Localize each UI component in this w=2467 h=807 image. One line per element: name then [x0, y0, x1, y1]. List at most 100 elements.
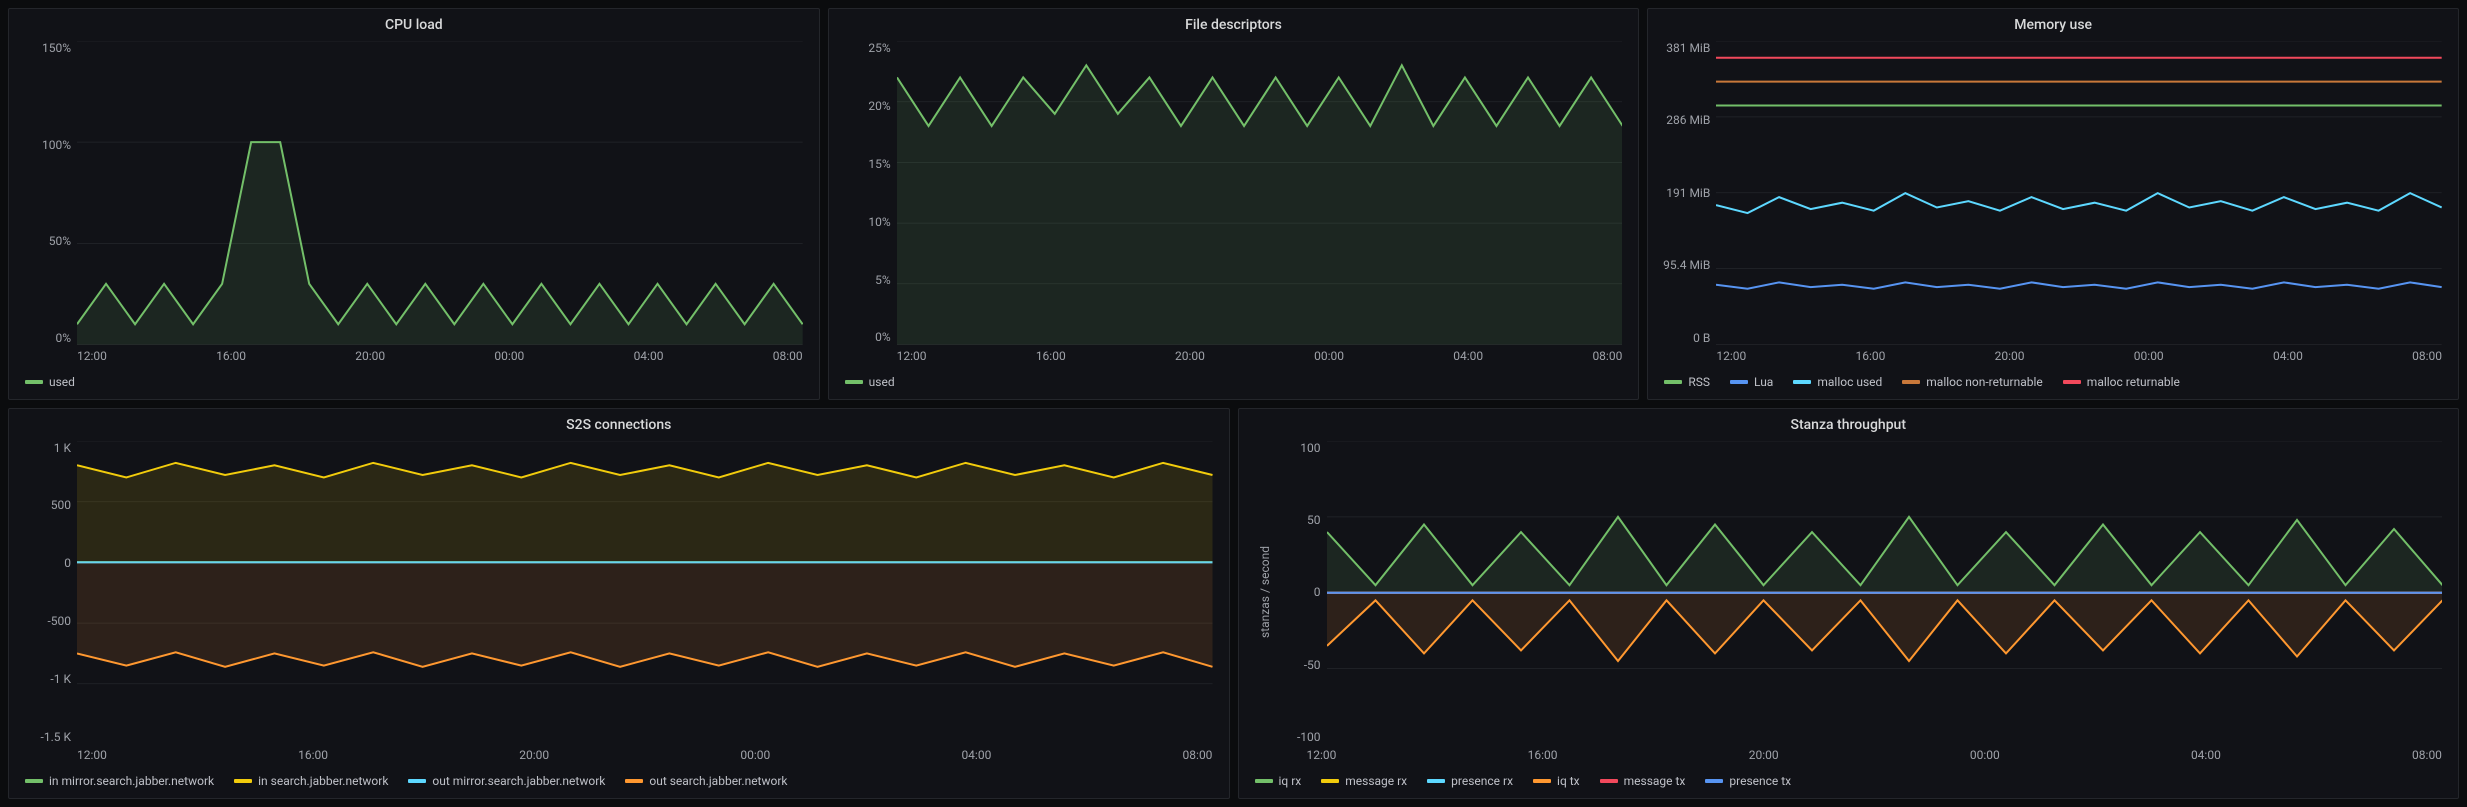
legend-item[interactable]: out search.jabber.network	[625, 774, 787, 788]
y-tick-label: 191 MiB	[1666, 186, 1710, 200]
y-tick-label: 50%	[49, 234, 71, 248]
legend-label: malloc non-returnable	[1926, 375, 2043, 389]
legend-swatch-icon	[1255, 779, 1273, 783]
x-tick-label: 08:00	[2412, 748, 2442, 762]
legend-label: used	[49, 375, 75, 389]
x-tick-label: 16:00	[1528, 748, 1558, 762]
y-tick-label: 150%	[42, 41, 71, 55]
legend-item[interactable]: out mirror.search.jabber.network	[408, 774, 605, 788]
legend-item[interactable]: malloc used	[1793, 375, 1882, 389]
panel-title: CPU load	[9, 9, 819, 37]
x-tick-label: 00:00	[2134, 349, 2164, 363]
legend-item[interactable]: used	[25, 375, 75, 389]
y-tick-label: -500	[47, 614, 71, 628]
panel-stanza-throughput[interactable]: Stanza throughput stanzas / second 10050…	[1238, 408, 2460, 800]
legend-item[interactable]: message tx	[1600, 774, 1686, 788]
x-tick-label: 16:00	[1036, 349, 1066, 363]
legend-item[interactable]: iq tx	[1533, 774, 1580, 788]
legend-swatch-icon	[1730, 380, 1748, 384]
x-axis-labels: 12:0016:0020:0000:0004:0008:00	[897, 349, 1623, 363]
x-tick-label: 16:00	[1855, 349, 1885, 363]
y-tick-label: 1 K	[54, 441, 71, 455]
x-tick-label: 20:00	[355, 349, 385, 363]
legend-item[interactable]: Lua	[1730, 375, 1773, 389]
legend-swatch-icon	[1427, 779, 1445, 783]
legend-item[interactable]: presence tx	[1705, 774, 1791, 788]
x-tick-label: 12:00	[77, 349, 107, 363]
legend-label: used	[869, 375, 895, 389]
y-tick-label: 381 MiB	[1666, 41, 1710, 55]
y-axis-labels: 381 MiB 286 MiB 191 MiB 95.4 MiB 0 B	[1656, 41, 1716, 345]
legend-label: iq rx	[1279, 774, 1302, 788]
legend: used	[829, 367, 1639, 399]
y-axis-labels: 150% 100% 50% 0%	[17, 41, 77, 345]
y-tick-label: 0%	[55, 331, 71, 345]
x-tick-label: 20:00	[1175, 349, 1205, 363]
legend-item[interactable]: message rx	[1321, 774, 1407, 788]
legend-swatch-icon	[1902, 380, 1920, 384]
legend-label: presence rx	[1451, 774, 1513, 788]
x-tick-label: 08:00	[773, 349, 803, 363]
x-axis-labels: 12:0016:0020:0000:0004:0008:00	[77, 748, 1213, 762]
legend-label: message tx	[1624, 774, 1686, 788]
legend-item[interactable]: malloc returnable	[2063, 375, 2180, 389]
legend-swatch-icon	[1705, 779, 1723, 783]
legend-item[interactable]: malloc non-returnable	[1902, 375, 2043, 389]
y-axis-labels: 1 K5000-500-1 K-1.5 K	[17, 441, 77, 745]
x-tick-label: 00:00	[1970, 748, 2000, 762]
legend-item[interactable]: used	[845, 375, 895, 389]
legend-item[interactable]: in search.jabber.network	[234, 774, 388, 788]
legend-swatch-icon	[1600, 779, 1618, 783]
legend-swatch-icon	[408, 779, 426, 783]
plot-area[interactable]: 1 K5000-500-1 K-1.5 K	[17, 441, 1213, 745]
x-tick-label: 00:00	[494, 349, 524, 363]
panel-title: S2S connections	[9, 409, 1229, 437]
y-tick-label: 500	[51, 498, 71, 512]
x-tick-label: 04:00	[1453, 349, 1483, 363]
plot-area[interactable]: stanzas / second 100500-50-100	[1247, 441, 2443, 745]
legend-swatch-icon	[2063, 380, 2081, 384]
legend-swatch-icon	[1664, 380, 1682, 384]
y-tick-label: 286 MiB	[1666, 113, 1710, 127]
legend: in mirror.search.jabber.network in search…	[9, 766, 1229, 798]
plot-area[interactable]: 25%20%15%10%5%0%	[837, 41, 1623, 345]
panel-cpu-load[interactable]: CPU load 150% 100% 50% 0% 12:00 16:00 20:00 00…	[8, 8, 820, 400]
legend-swatch-icon	[25, 779, 43, 783]
legend-label: malloc used	[1817, 375, 1882, 389]
legend-item[interactable]: RSS	[1664, 375, 1710, 389]
x-tick-label: 16:00	[216, 349, 246, 363]
panel-file-descriptors[interactable]: File descriptors 25%20%15%10%5%0% 12:001…	[828, 8, 1640, 400]
plot-area[interactable]: 150% 100% 50% 0%	[17, 41, 803, 345]
legend-label: in search.jabber.network	[258, 774, 388, 788]
y-tick-label: 0	[1314, 585, 1321, 599]
legend-item[interactable]: iq rx	[1255, 774, 1302, 788]
x-tick-label: 20:00	[519, 748, 549, 762]
y-tick-label: 100	[1300, 441, 1320, 455]
y-tick-label: 25%	[868, 41, 890, 55]
plot-area[interactable]: 381 MiB 286 MiB 191 MiB 95.4 MiB 0 B	[1656, 41, 2442, 345]
y-tick-label: -50	[1304, 658, 1321, 672]
y-tick-label: 15%	[868, 157, 890, 171]
y-tick-label: 95.4 MiB	[1663, 258, 1710, 272]
y-tick-label: 0 B	[1693, 331, 1710, 345]
legend-swatch-icon	[845, 380, 863, 384]
legend: RSS Lua malloc used malloc non-returnable ma…	[1648, 367, 2458, 399]
y-tick-label: 5%	[875, 273, 891, 287]
plot-inner	[77, 41, 803, 345]
panel-title: Stanza throughput	[1239, 409, 2459, 437]
legend-label: out search.jabber.network	[649, 774, 787, 788]
x-axis-labels: 12:0016:0020:0000:0004:0008:00	[1716, 349, 2442, 363]
legend-item[interactable]: presence rx	[1427, 774, 1513, 788]
y-tick-label: 100%	[42, 138, 71, 152]
legend-swatch-icon	[625, 779, 643, 783]
legend-item[interactable]: in mirror.search.jabber.network	[25, 774, 214, 788]
x-tick-label: 04:00	[961, 748, 991, 762]
y-tick-label: 10%	[868, 215, 890, 229]
legend-label: message rx	[1345, 774, 1407, 788]
plot-inner	[1716, 41, 2442, 345]
legend-swatch-icon	[1321, 779, 1339, 783]
x-tick-label: 12:00	[1307, 748, 1337, 762]
y-tick-label: 0%	[875, 330, 891, 344]
panel-s2s-connections[interactable]: S2S connections 1 K5000-500-1 K-1.5 K 12…	[8, 408, 1230, 800]
panel-memory-use[interactable]: Memory use 381 MiB286 MiB191 MiB95.4 MiB…	[1647, 8, 2459, 400]
